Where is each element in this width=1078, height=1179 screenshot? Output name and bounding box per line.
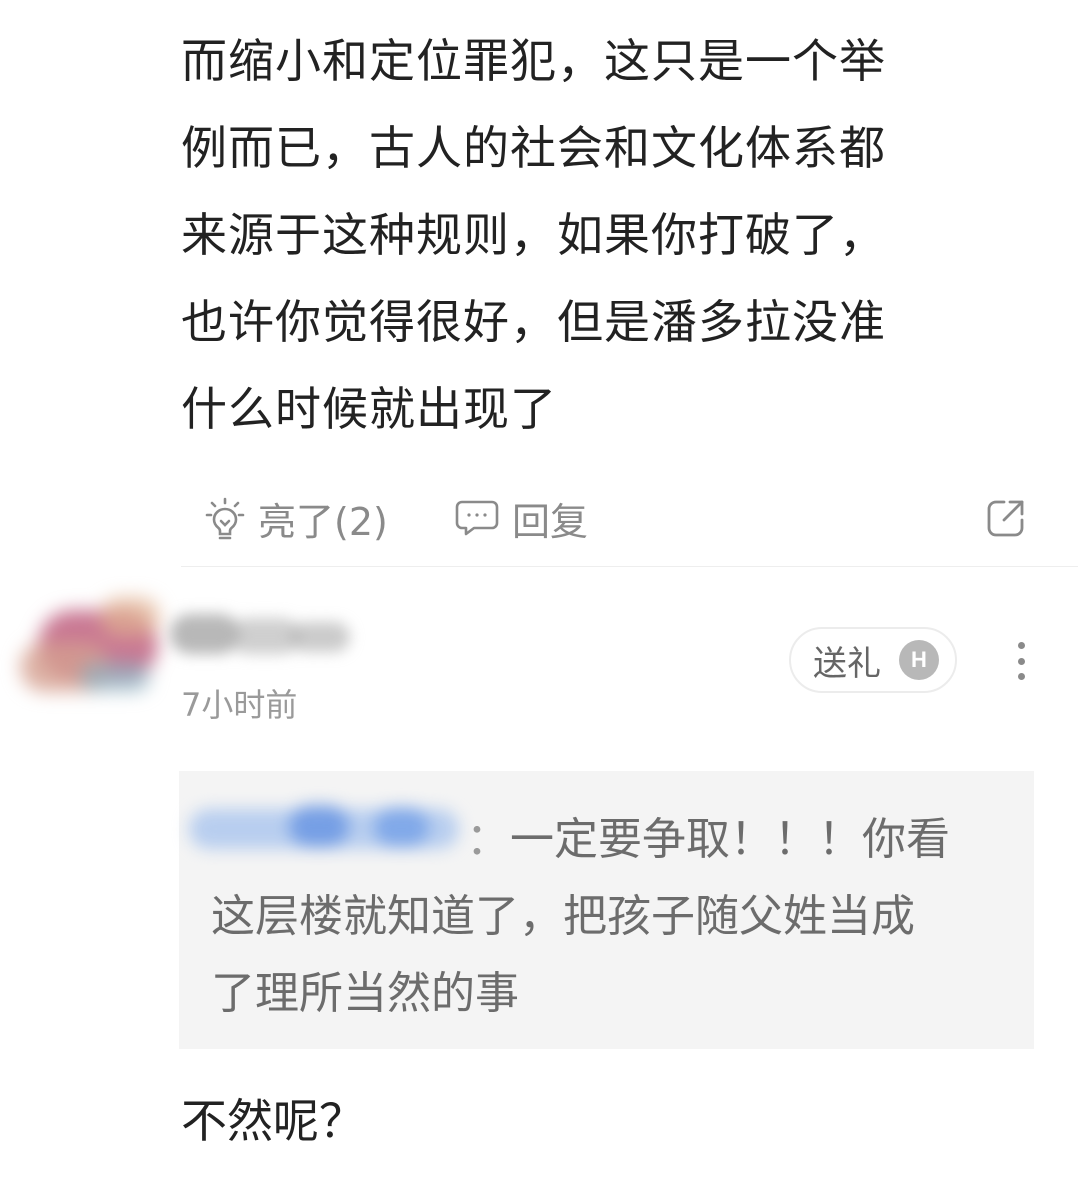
- post-line: 而缩小和定位罪犯，这只是一个举: [181, 34, 886, 88]
- quote-line: 这层楼就知道了，把孩子随父姓当成: [211, 891, 915, 942]
- post-line: 例而已，古人的社会和文化体系都: [181, 121, 886, 175]
- quote-separator: ：: [466, 814, 510, 865]
- h-coin-icon: H: [899, 640, 939, 680]
- post-line: 什么时候就出现了: [181, 382, 557, 436]
- quoted-text: ：一定要争取！！！你看 这层楼就知道了，把孩子随父姓当成 了理所当然的事: [211, 801, 1011, 1032]
- post-action-bar: 亮了(2) 回复: [200, 490, 1040, 546]
- post-content: 而缩小和定位罪犯，这只是一个举 例而已，古人的社会和文化体系都 来源于这种规则，…: [181, 18, 1031, 453]
- more-options-icon[interactable]: [1003, 636, 1039, 686]
- comment-body: 不然呢？: [181, 1094, 365, 1148]
- lightbulb-icon: [204, 495, 246, 541]
- post-line: 也许你觉得很好，但是潘多拉没准: [181, 295, 886, 349]
- like-label: 亮了(2): [258, 499, 388, 544]
- quote-line: 了理所当然的事: [211, 968, 519, 1019]
- quote-line: ：一定要争取！！！你看: [211, 801, 1011, 878]
- share-button[interactable]: [984, 490, 1040, 546]
- quoted-comment[interactable]: ：一定要争取！！！你看 这层楼就知道了，把孩子随父姓当成 了理所当然的事: [179, 771, 1034, 1049]
- post-line: 来源于这种规则，如果你打破了，: [181, 208, 886, 262]
- gift-label: 送礼: [813, 643, 881, 684]
- gift-button[interactable]: 送礼 H: [789, 627, 957, 693]
- share-icon: [984, 496, 1028, 540]
- quote-line-text: 一定要争取！！！你看: [510, 814, 950, 865]
- comment-timestamp: 7小时前: [181, 686, 298, 724]
- comment-thread-page: 而缩小和定位罪犯，这只是一个举 例而已，古人的社会和文化体系都 来源于这种规则，…: [0, 0, 1078, 1179]
- chat-bubble-icon: [454, 498, 500, 538]
- divider: [181, 566, 1078, 567]
- avatar[interactable]: [10, 592, 180, 712]
- like-button[interactable]: 亮了(2): [204, 490, 388, 546]
- reply-label: 回复: [512, 499, 589, 544]
- username-blurred[interactable]: [170, 604, 360, 668]
- reply-button[interactable]: 回复: [454, 490, 588, 546]
